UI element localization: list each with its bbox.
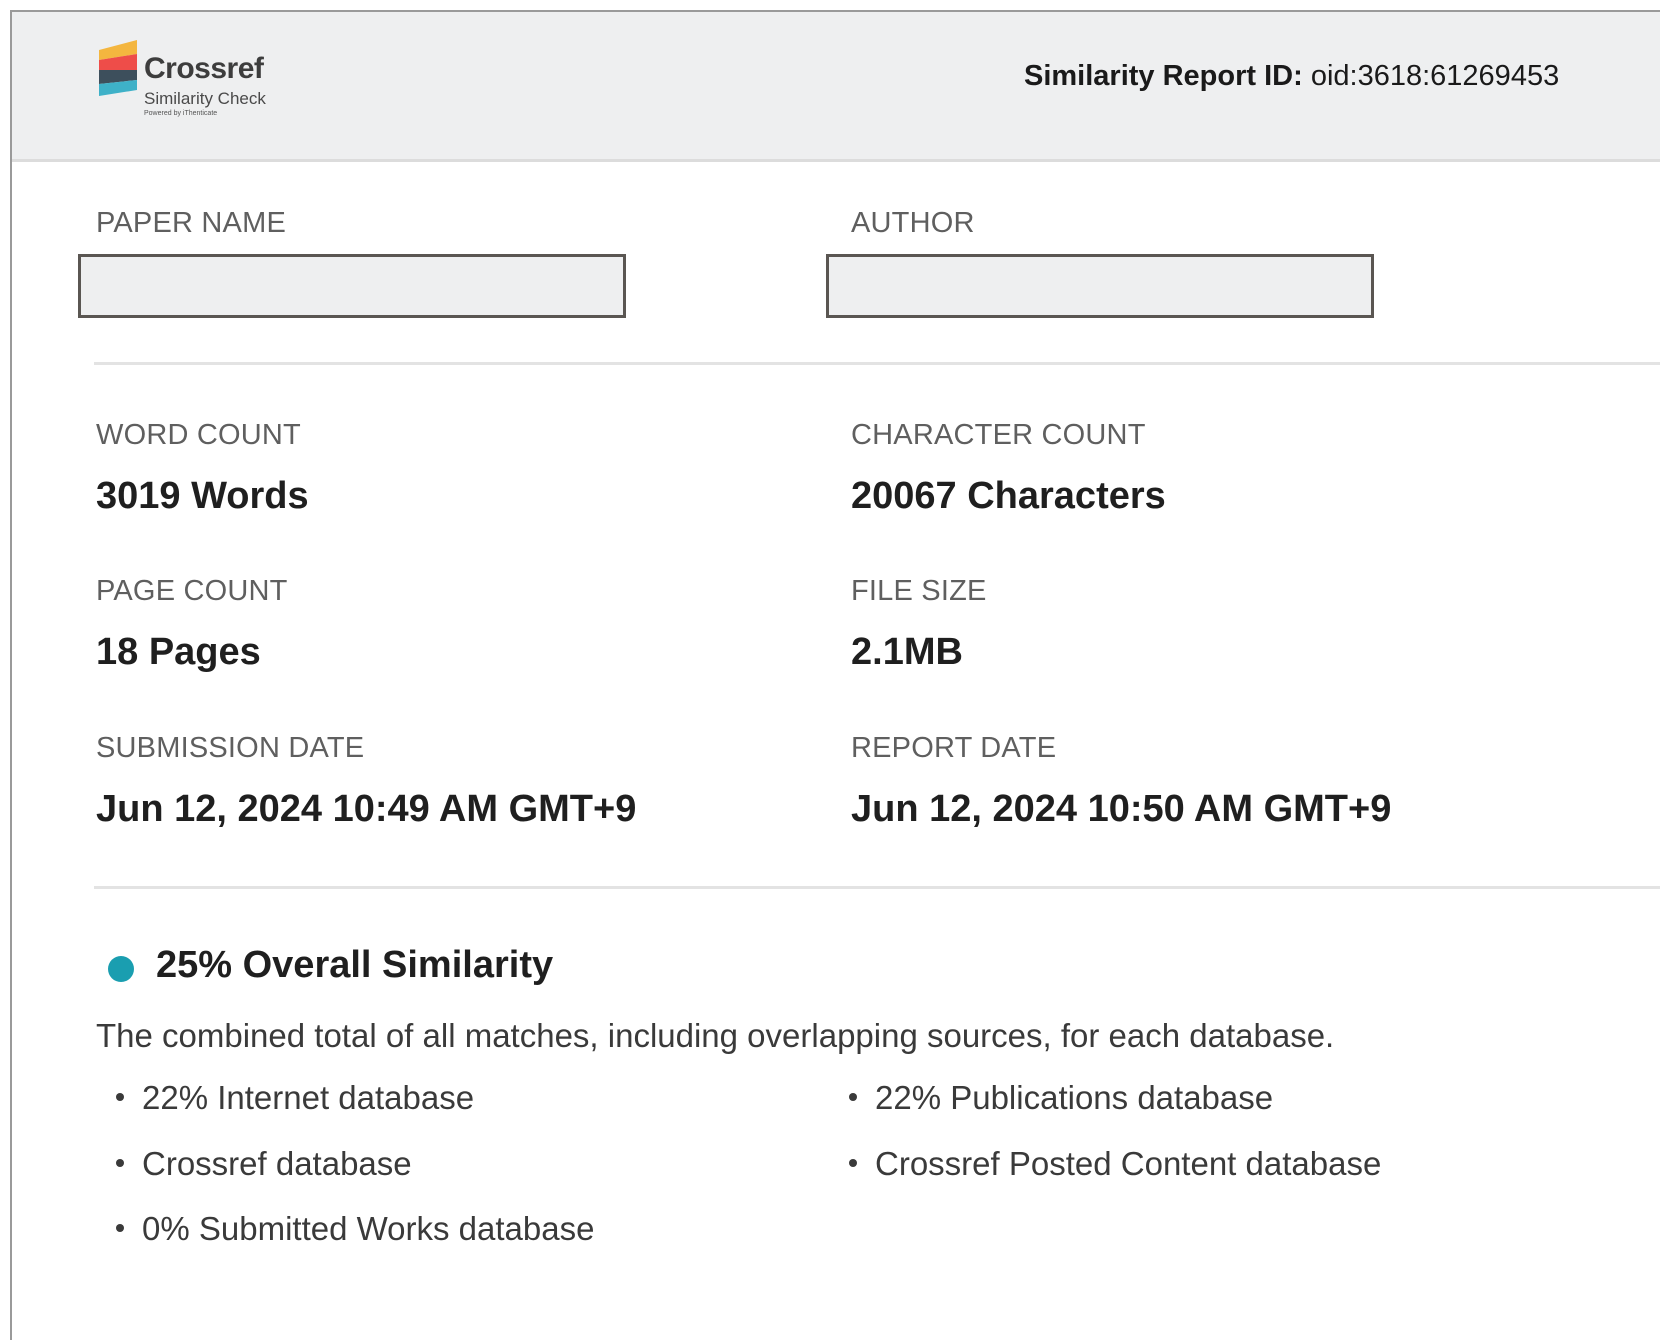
similarity-description: The combined total of all matches, inclu… — [96, 1017, 1335, 1054]
database-list-item: 0% Submitted Works database — [116, 1210, 594, 1248]
character-count-value: 20067 Characters — [851, 475, 1166, 517]
database-list-item: Crossref database — [116, 1145, 412, 1183]
report-date-value: Jun 12, 2024 10:50 AM GMT+9 — [851, 788, 1392, 830]
bullet-icon — [849, 1093, 857, 1102]
database-label: Crossref database — [142, 1145, 412, 1182]
database-label: Crossref Posted Content database — [875, 1145, 1382, 1182]
report-id: Similarity Report ID: oid:3618:61269453 — [1024, 60, 1559, 93]
database-list-item: 22% Publications database — [849, 1079, 1273, 1117]
bullet-icon — [116, 1093, 124, 1102]
crossref-logo-icon — [99, 40, 137, 96]
file-size-value: 2.1MB — [851, 631, 963, 673]
logo-subtitle: Similarity Check — [144, 89, 266, 108]
crossref-logo: Crossref Similarity Check Powered by iTh… — [97, 38, 297, 128]
logo-wordmark: Crossref — [144, 52, 264, 85]
report-id-label: Similarity Report ID: — [1024, 60, 1303, 92]
paper-name-label: PAPER NAME — [96, 207, 287, 239]
word-count-value: 3019 Words — [96, 475, 309, 517]
bullet-icon — [849, 1159, 857, 1168]
report-page: Crossref Similarity Check Powered by iTh… — [10, 10, 1660, 1340]
author-label: AUTHOR — [851, 207, 975, 239]
page-count-value: 18 Pages — [96, 631, 261, 673]
word-count-label: WORD COUNT — [96, 419, 301, 451]
logo-powered-by: Powered by iThenticate — [144, 110, 218, 117]
database-list-item: Crossref Posted Content database — [849, 1145, 1381, 1183]
database-label: 0% Submitted Works database — [142, 1210, 595, 1247]
author-redacted — [826, 254, 1374, 318]
bullet-icon — [116, 1159, 124, 1168]
overall-similarity-title: 25% Overall Similarity — [156, 944, 554, 986]
bullet-icon — [116, 1224, 124, 1233]
paper-name-redacted — [78, 254, 626, 318]
submission-date-value: Jun 12, 2024 10:49 AM GMT+9 — [96, 788, 637, 830]
report-header: Crossref Similarity Check Powered by iTh… — [12, 12, 1660, 162]
section-divider — [94, 362, 1660, 365]
file-size-label: FILE SIZE — [851, 575, 987, 607]
page-count-label: PAGE COUNT — [96, 575, 288, 607]
report-id-value: oid:3618:61269453 — [1310, 60, 1560, 92]
section-divider — [94, 886, 1660, 889]
submission-date-label: SUBMISSION DATE — [96, 732, 365, 764]
database-list-item: 22% Internet database — [116, 1079, 474, 1117]
database-label: 22% Publications database — [875, 1079, 1274, 1116]
database-label: 22% Internet database — [142, 1079, 475, 1116]
similarity-indicator-icon — [108, 956, 134, 982]
character-count-label: CHARACTER COUNT — [851, 419, 1146, 451]
report-date-label: REPORT DATE — [851, 732, 1057, 764]
